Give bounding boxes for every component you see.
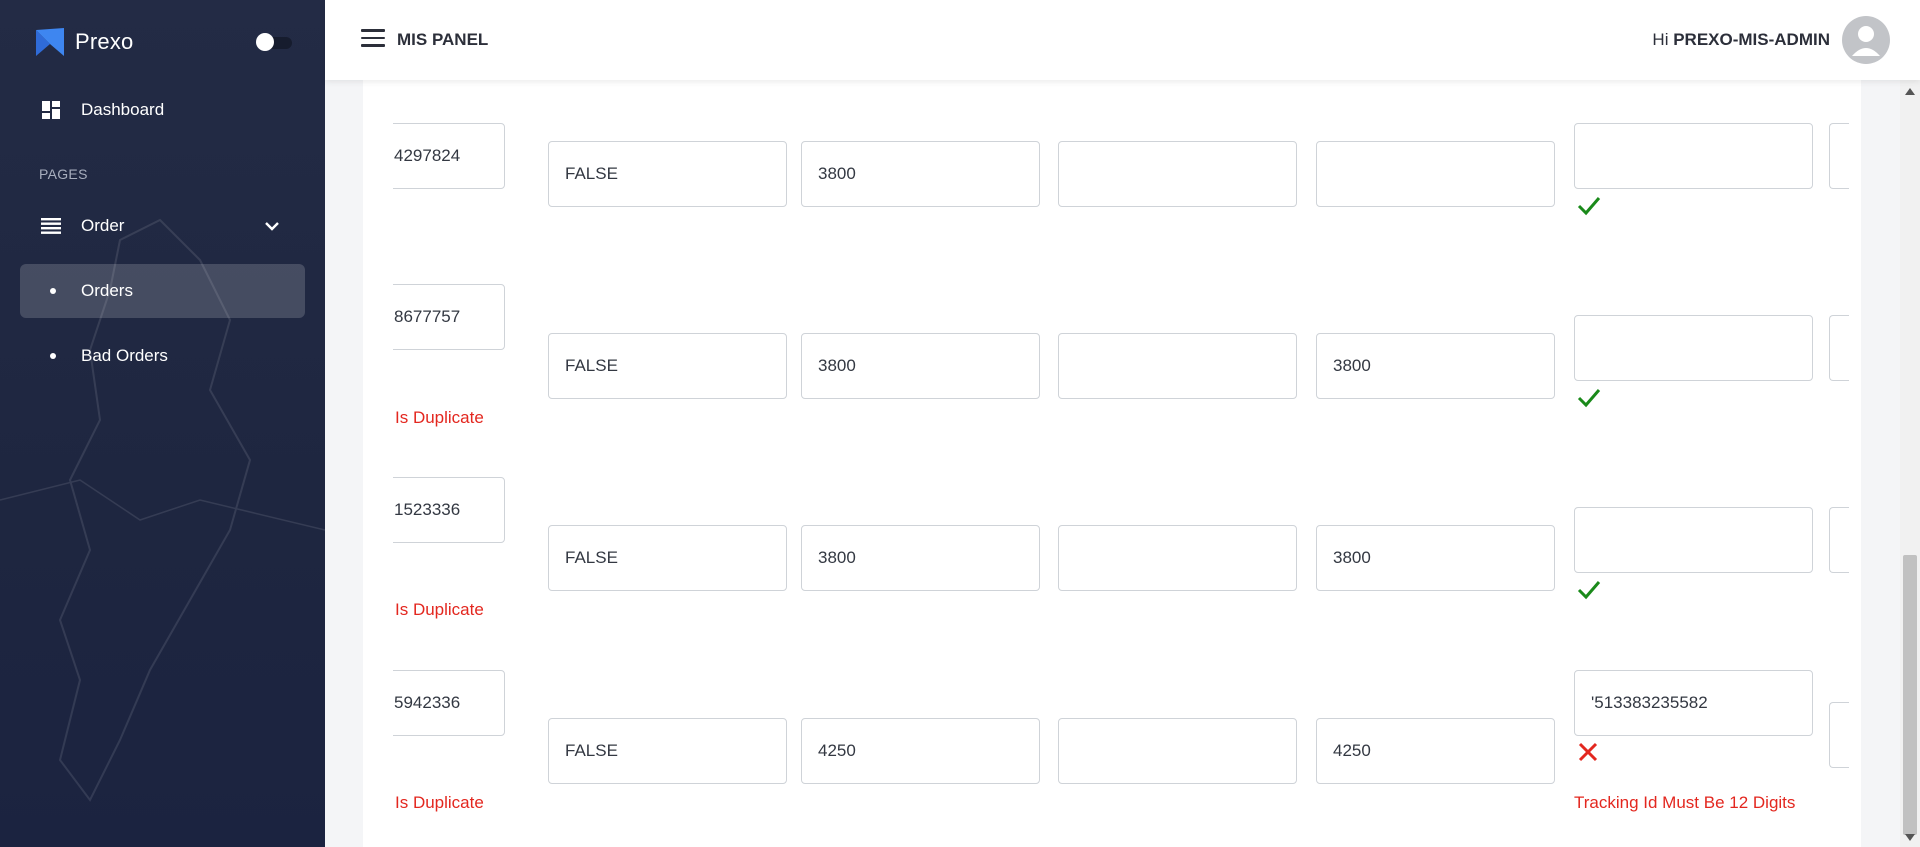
empty-input[interactable] (1058, 525, 1297, 591)
scrollbar-thumb[interactable] (1903, 555, 1917, 835)
brand[interactable]: Prexo (34, 26, 133, 58)
orders-table-card: 4297824 FALSE 3800 8677757 Is Duplicate … (363, 80, 1861, 847)
price-value: 4250 (1333, 741, 1371, 760)
user-avatar-icon[interactable] (1842, 16, 1890, 64)
flag-value: FALSE (565, 548, 618, 567)
duplicate-error: Is Duplicate (395, 793, 484, 812)
price-input[interactable]: 3800 (1316, 333, 1555, 399)
flag-value: FALSE (565, 741, 618, 760)
sidebar-item-order[interactable]: Order (20, 199, 305, 253)
empty-input[interactable] (1058, 333, 1297, 399)
sidebar-item-label: Orders (81, 281, 133, 300)
top-header: MIS PANEL Hi PREXO-MIS-ADMIN (325, 0, 1920, 80)
scroll-down-icon[interactable] (1905, 834, 1915, 841)
amount-input[interactable]: 4250 (801, 718, 1040, 784)
price-input[interactable] (1316, 141, 1555, 207)
order-id-value: 8677757 (394, 307, 461, 326)
section-label-pages: PAGES (39, 166, 88, 182)
price-value: 3800 (1333, 548, 1371, 567)
toggle-knob (256, 33, 274, 51)
bullet-icon (50, 353, 56, 359)
amount-value: 3800 (818, 356, 856, 375)
order-id-input[interactable]: 8677757 (393, 284, 505, 350)
check-icon (1577, 197, 1601, 216)
next-column-input[interactable] (1829, 507, 1849, 573)
duplicate-error: Is Duplicate (395, 600, 484, 619)
order-id-input[interactable]: 1523336 (393, 477, 505, 543)
amount-value: 3800 (818, 164, 856, 183)
vertical-scrollbar[interactable] (1900, 80, 1920, 847)
menu-icon[interactable] (361, 29, 385, 49)
sidebar-item-label: Bad Orders (81, 346, 168, 365)
sidebar-item-dashboard[interactable]: Dashboard (20, 83, 305, 137)
next-column-input[interactable] (1829, 123, 1849, 189)
flag-input[interactable]: FALSE (548, 525, 787, 591)
check-icon (1577, 389, 1601, 408)
tracking-id-input[interactable] (1574, 315, 1813, 381)
dashboard-icon (40, 99, 62, 121)
page-title: MIS PANEL (397, 30, 489, 49)
price-input[interactable]: 3800 (1316, 525, 1555, 591)
order-id-value: 4297824 (394, 146, 461, 165)
flag-value: FALSE (565, 356, 618, 375)
next-column-input[interactable] (1829, 315, 1849, 381)
tracking-id-input[interactable]: '513383235582 (1574, 670, 1813, 736)
amount-input[interactable]: 3800 (801, 141, 1040, 207)
flag-input[interactable]: FALSE (548, 141, 787, 207)
order-id-input[interactable]: 4297824 (393, 123, 505, 189)
tracking-id-value: '513383235582 (1591, 693, 1708, 712)
scroll-up-icon[interactable] (1905, 88, 1915, 95)
tracking-error: Tracking Id Must Be 12 Digits (1574, 793, 1796, 812)
sidebar-item-label: Dashboard (81, 100, 165, 119)
bullet-icon (50, 288, 56, 294)
flag-value: FALSE (565, 164, 618, 183)
price-input[interactable]: 4250 (1316, 718, 1555, 784)
amount-input[interactable]: 3800 (801, 525, 1040, 591)
sidebar-item-bad-orders[interactable]: Bad Orders (20, 329, 305, 383)
amount-value: 4250 (818, 741, 856, 760)
order-id-value: 5942336 (394, 693, 461, 712)
list-icon (40, 215, 62, 237)
username: PREXO-MIS-ADMIN (1673, 30, 1830, 49)
amount-input[interactable]: 3800 (801, 333, 1040, 399)
order-id-input[interactable]: 5942336 (393, 670, 505, 736)
tracking-id-input[interactable] (1574, 507, 1813, 573)
empty-input[interactable] (1058, 141, 1297, 207)
flag-input[interactable]: FALSE (548, 718, 787, 784)
order-id-value: 1523336 (394, 500, 461, 519)
empty-input[interactable] (1058, 718, 1297, 784)
tracking-id-input[interactable] (1574, 123, 1813, 189)
duplicate-error: Is Duplicate (395, 408, 484, 427)
amount-value: 3800 (818, 548, 856, 567)
check-icon (1577, 581, 1601, 600)
brand-name: Prexo (75, 29, 134, 54)
prexo-logo-icon (36, 28, 64, 56)
user-greeting: Hi PREXO-MIS-ADMIN (1652, 30, 1830, 50)
sidebar-item-orders[interactable]: Orders (20, 264, 305, 318)
chevron-down-icon[interactable] (263, 217, 281, 235)
next-column-input[interactable] (1829, 702, 1849, 768)
greeting-prefix: Hi (1652, 30, 1669, 49)
table-scroll-area[interactable]: 4297824 FALSE 3800 8677757 Is Duplicate … (393, 80, 1861, 847)
close-icon (1578, 742, 1598, 762)
sidebar: Prexo Dashboard PAGES Order Orders Bad O… (0, 0, 325, 847)
sidebar-item-label: Order (81, 216, 125, 235)
theme-toggle[interactable] (256, 33, 294, 51)
flag-input[interactable]: FALSE (548, 333, 787, 399)
price-value: 3800 (1333, 356, 1371, 375)
